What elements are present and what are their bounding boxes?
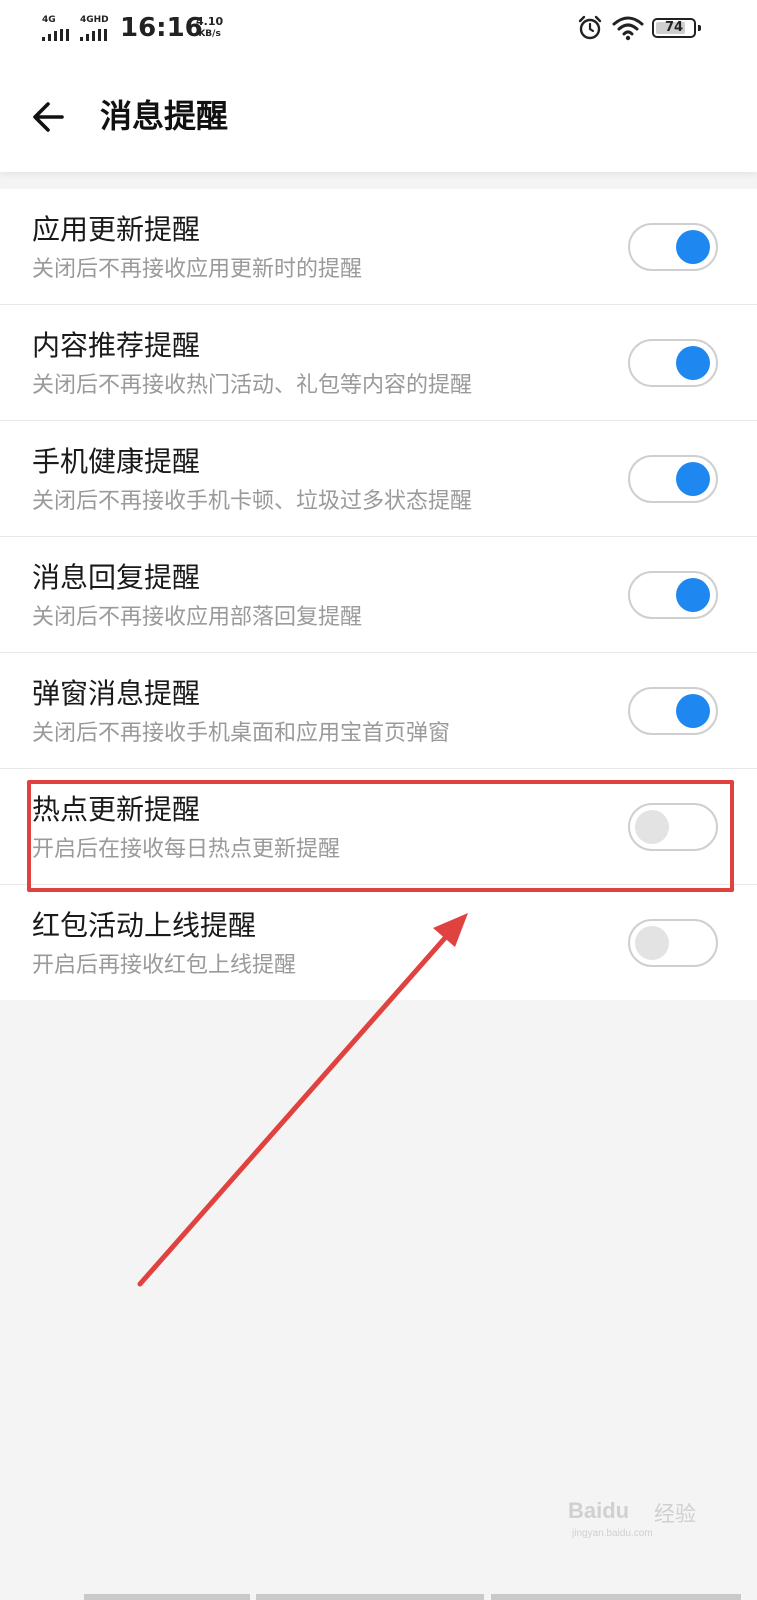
network-speed-value: 4.10	[196, 15, 224, 28]
alarm-icon	[578, 15, 602, 40]
bottom-divider	[491, 1594, 741, 1600]
toggle-knob	[676, 230, 710, 264]
app-header: 消息提醒	[0, 60, 757, 172]
setting-row-popup-message[interactable]: 弹窗消息提醒 关闭后不再接收手机桌面和应用宝首页弹窗	[0, 653, 757, 769]
toggle-switch[interactable]	[628, 223, 718, 271]
signal-1-label: 4G	[42, 15, 56, 25]
setting-row-app-update[interactable]: 应用更新提醒 关闭后不再接收应用更新时的提醒	[0, 189, 757, 305]
toggle-knob	[676, 462, 710, 496]
setting-description: 关闭后不再接收应用部落回复提醒	[32, 605, 363, 630]
status-bar: 4G 4GHD 16:16 4.10 KB/s 74	[0, 0, 757, 60]
toggle-knob	[676, 694, 710, 728]
setting-title: 手机健康提醒	[32, 445, 201, 478]
setting-row-message-reply[interactable]: 消息回复提醒 关闭后不再接收应用部落回复提醒	[0, 537, 757, 653]
setting-description: 关闭后不再接收热门活动、礼包等内容的提醒	[32, 373, 473, 398]
back-arrow-icon[interactable]	[22, 90, 76, 144]
toggle-knob	[676, 346, 710, 380]
status-time: 16:16	[120, 13, 203, 43]
watermark-url: jingyan.baidu.com	[572, 1528, 653, 1539]
setting-row-content-recommend[interactable]: 内容推荐提醒 关闭后不再接收热门活动、礼包等内容的提醒	[0, 305, 757, 421]
setting-title: 应用更新提醒	[32, 213, 201, 246]
signal-2-label: 4GHD	[80, 15, 109, 25]
toggle-switch[interactable]	[628, 919, 718, 967]
wifi-icon	[612, 16, 644, 41]
setting-row-red-packet[interactable]: 红包活动上线提醒 开启后再接收红包上线提醒	[0, 885, 757, 1000]
battery-level: 74	[664, 20, 684, 35]
setting-description: 开启后再接收红包上线提醒	[32, 953, 297, 978]
toggle-knob	[676, 578, 710, 612]
battery-icon: 74	[652, 18, 701, 38]
network-speed: 4.10 KB/s	[196, 16, 223, 40]
toggle-knob	[635, 926, 669, 960]
annotation-highlight-box	[27, 780, 734, 892]
setting-description: 关闭后不再接收应用更新时的提醒	[32, 257, 363, 282]
bottom-divider	[84, 1594, 250, 1600]
page-title: 消息提醒	[100, 97, 229, 135]
toggle-switch[interactable]	[628, 571, 718, 619]
setting-title: 消息回复提醒	[32, 561, 201, 594]
watermark-brand: Baidu	[568, 1498, 630, 1523]
toggle-switch[interactable]	[628, 339, 718, 387]
baidu-watermark: Baidu 经验 jingyan.baidu.com	[568, 1488, 708, 1540]
setting-title: 内容推荐提醒	[32, 329, 201, 362]
setting-row-phone-health[interactable]: 手机健康提醒 关闭后不再接收手机卡顿、垃圾过多状态提醒	[0, 421, 757, 537]
setting-title: 红包活动上线提醒	[32, 909, 257, 942]
setting-description: 关闭后不再接收手机桌面和应用宝首页弹窗	[32, 721, 451, 746]
watermark-name: 经验	[654, 1502, 696, 1526]
network-speed-unit: KB/s	[198, 29, 221, 39]
toggle-switch[interactable]	[628, 687, 718, 735]
toggle-switch[interactable]	[628, 455, 718, 503]
setting-description: 关闭后不再接收手机卡顿、垃圾过多状态提醒	[32, 489, 473, 514]
bottom-divider	[256, 1594, 484, 1600]
setting-title: 弹窗消息提醒	[32, 677, 201, 710]
